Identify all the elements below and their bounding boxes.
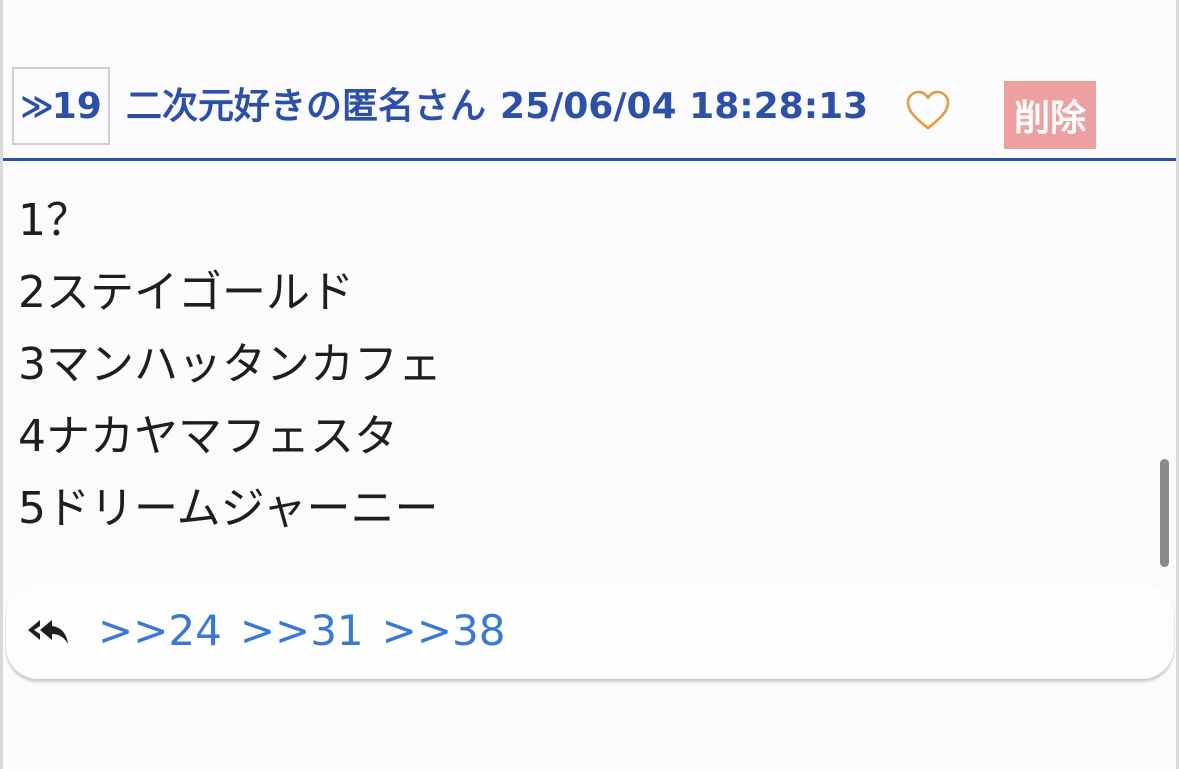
post-header: ≫ 19 二次元好きの匿名さん 25/06/04 18:28:13 削除 [3,60,1176,160]
body-line: 4ナカヤマフェスタ [18,411,398,462]
reply-link[interactable]: >>24 [98,606,222,655]
poster-name[interactable]: 二次元好きの匿名さん [126,86,486,127]
delete-button[interactable]: 削除 [1004,81,1096,149]
reply-link[interactable]: >>31 [240,606,364,655]
reply-link[interactable]: >>38 [382,606,506,655]
heart-icon[interactable] [905,88,951,134]
post-timestamp: 25/06/04 18:28:13 [500,86,869,127]
poster-info: 二次元好きの匿名さん 25/06/04 18:28:13 [126,82,868,132]
body-line: 2ステイゴールド [18,267,354,318]
reply-bar: >>24 >>31 >>38 [6,583,1174,679]
header-divider [3,158,1176,161]
scrollbar-thumb[interactable] [1160,459,1169,567]
response-number-prefix: ≫ [20,87,53,125]
body-line: 5ドリームジャーニー [18,483,439,534]
post-body: 1？ 2ステイゴールド 3マンハッタンカフェ 4ナカヤマフェスタ 5ドリームジャ… [18,185,442,545]
response-number-button[interactable]: ≫ 19 [12,67,110,145]
body-line: 3マンハッタンカフェ [18,339,442,390]
reply-all-icon [26,616,70,648]
reply-links: >>24 >>31 >>38 [98,605,523,657]
body-line: 1？ [18,195,90,246]
response-number: 19 [51,85,102,127]
thread-view: ≫ 19 二次元好きの匿名さん 25/06/04 18:28:13 削除 1？ 2… [0,0,1179,769]
